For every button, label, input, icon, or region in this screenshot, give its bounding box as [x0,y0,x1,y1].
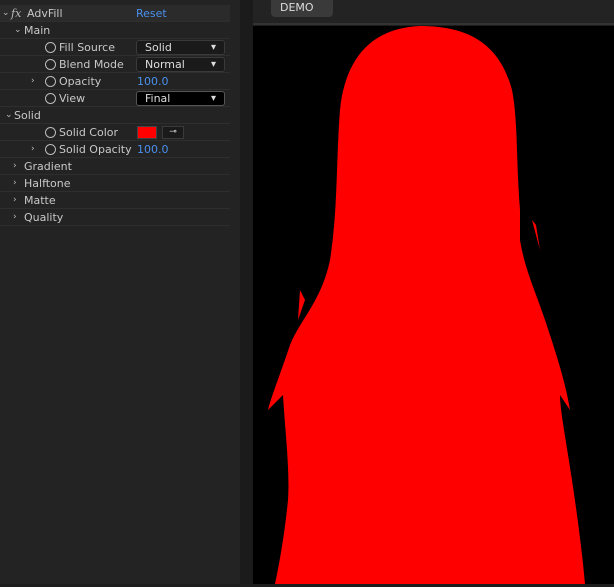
group-gradient[interactable]: › Gradient [0,158,230,175]
chevron-down-icon: ▾ [210,58,216,70]
param-blend-mode: Blend Mode Normal ▾ [0,56,230,73]
view-dropdown[interactable]: Final ▾ [136,90,225,106]
group-solid[interactable]: ⌄ Solid [0,107,230,124]
dropdown-value: Normal [145,57,185,71]
param-label: Solid Opacity [59,142,132,156]
group-label: Gradient [24,159,72,173]
group-label: Solid [14,108,41,122]
stopwatch-icon[interactable] [45,59,56,70]
group-matte[interactable]: › Matte [0,192,230,209]
param-opacity: › Opacity 100.0 [0,73,230,90]
chevron-right-icon[interactable]: › [31,76,35,86]
group-label: Quality [24,210,64,224]
stopwatch-icon[interactable] [45,144,56,155]
group-label: Main [24,23,51,37]
group-quality[interactable]: › Quality [0,209,230,226]
chevron-right-icon[interactable]: › [13,161,17,171]
solid-opacity-value[interactable]: 100.0 [137,143,169,156]
chevron-down-icon: ▾ [210,41,216,53]
fx-icon[interactable]: fx [11,7,21,20]
dropdown-value: Solid [145,40,172,54]
stopwatch-icon[interactable] [45,93,56,104]
fill-source-dropdown[interactable]: Solid ▾ [136,39,225,55]
color-swatch[interactable] [137,126,157,139]
param-label: Opacity [59,74,102,88]
eyedropper-icon[interactable]: ⊸ [162,126,184,139]
effect-controls-panel: ⌄ fx AdvFill Reset ⌄ Main Fill Source So… [0,0,240,584]
param-label: Fill Source [59,40,115,54]
chevron-down-icon[interactable]: ⌄ [14,25,22,35]
effect-name: AdvFill [27,6,63,20]
effect-header-row[interactable]: ⌄ fx AdvFill Reset [0,5,230,22]
chevron-down-icon: ▾ [210,92,216,104]
param-fill-source: Fill Source Solid ▾ [0,39,230,56]
opacity-value[interactable]: 100.0 [137,75,169,88]
group-label: Matte [24,193,56,207]
chevron-right-icon[interactable]: › [13,195,17,205]
stopwatch-icon[interactable] [45,42,56,53]
param-solid-opacity: › Solid Opacity 100.0 [0,141,230,158]
composition-viewer[interactable] [253,26,614,584]
chevron-down-icon[interactable]: ⌄ [5,110,13,120]
chevron-right-icon[interactable]: › [31,144,35,154]
param-label: View [59,91,86,105]
group-halftone[interactable]: › Halftone [0,175,230,192]
stopwatch-icon[interactable] [45,127,56,138]
chevron-down-icon[interactable]: ⌄ [2,8,10,18]
panel-divider[interactable] [240,0,253,584]
param-label: Blend Mode [59,57,124,71]
tab-demo[interactable]: DEMO [271,0,333,17]
chevron-right-icon[interactable]: › [13,178,17,188]
group-main[interactable]: ⌄ Main [0,22,230,39]
chevron-right-icon[interactable]: › [13,212,17,222]
param-view: View Final ▾ [0,90,230,107]
param-solid-color: Solid Color ⊸ [0,124,230,141]
reset-link[interactable]: Reset [136,7,167,20]
blend-mode-dropdown[interactable]: Normal ▾ [136,56,225,72]
red-silhouette [268,26,585,584]
group-label: Halftone [24,176,71,190]
stopwatch-icon[interactable] [45,76,56,87]
param-label: Solid Color [59,125,119,139]
dropdown-value: Final [145,91,171,105]
